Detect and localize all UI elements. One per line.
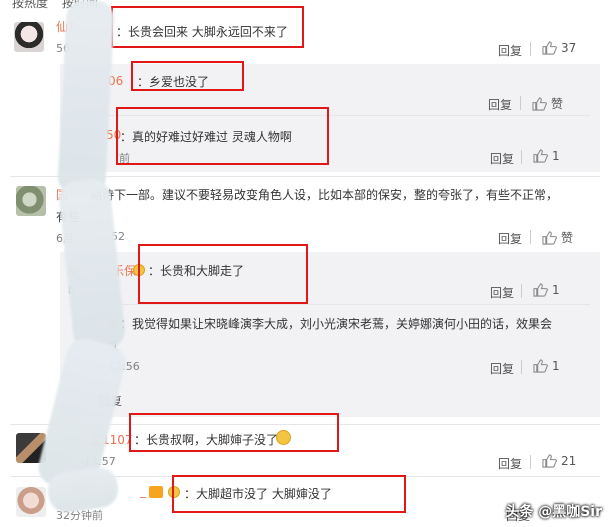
like-label: 赞	[551, 97, 564, 111]
tab-hot[interactable]: 按热度	[12, 0, 48, 10]
reply-text: ：长贵和大脚走了	[148, 264, 245, 278]
like-label: 赞	[561, 231, 574, 245]
avatar[interactable]	[16, 186, 46, 216]
reply-button[interactable]: 回复	[498, 230, 522, 247]
reply-text: ：我觉得如果让宋晓峰演李大成，刘小光演宋老蔫，关婷娜演何小田的话，效果会	[120, 317, 553, 331]
like-button[interactable]: 1	[533, 359, 560, 373]
watermark: 头条 @黑咖Sir	[505, 504, 602, 520]
reply-text: ：真的好难过好难过 灵魂人物啊	[120, 130, 292, 144]
like-count: 1	[552, 149, 560, 163]
comment-text: ：长贵会回来 大脚永远回不来了	[116, 25, 288, 39]
reply-button[interactable]: 回复	[488, 96, 512, 113]
like-button[interactable]: 37	[542, 41, 576, 55]
like-button[interactable]: 21	[542, 454, 576, 468]
action-divider	[530, 42, 531, 56]
comment-text: ：长贵叔啊，大脚婶子没了	[134, 433, 279, 447]
vip-icon	[149, 486, 163, 498]
badge-icon	[133, 264, 145, 276]
like-button[interactable]: 赞	[542, 229, 573, 246]
like-button[interactable]: 1	[533, 283, 560, 297]
reply-button[interactable]: 回复	[490, 360, 514, 377]
comment-text: 期待下一部。建议不要轻易改变角色人设，比如本部的保安，整的夸张了，有些不正常，	[90, 188, 559, 202]
like-button[interactable]: 1	[533, 149, 560, 163]
action-divider	[521, 284, 522, 298]
thumbs-up-icon	[533, 149, 548, 163]
thumbs-up-icon	[542, 454, 557, 468]
avatar[interactable]	[14, 22, 44, 52]
thumbs-up-icon	[533, 359, 548, 373]
divider	[70, 304, 590, 305]
comment-text: ：大脚超市没了 大脚婶没了	[184, 487, 332, 501]
like-count: 21	[561, 454, 577, 468]
avatar[interactable]	[16, 487, 46, 517]
privacy-blur	[56, 0, 116, 197]
action-divider	[530, 455, 531, 469]
action-divider	[521, 150, 522, 164]
action-divider	[530, 230, 531, 244]
comment-author[interactable]: _	[140, 484, 146, 498]
thumbs-up-icon	[533, 283, 548, 297]
reply-panel	[60, 252, 600, 417]
crying-emoji-icon	[276, 430, 291, 445]
thumbs-up-icon	[542, 230, 557, 245]
thumbs-up-icon	[542, 41, 557, 55]
action-divider	[521, 360, 522, 374]
reply-text: ：乡爱也没了	[137, 75, 210, 89]
reply-button[interactable]: 回复	[498, 455, 522, 472]
like-count: 37	[561, 41, 577, 55]
reply-button[interactable]: 回复	[498, 42, 522, 59]
like-button[interactable]: 赞	[532, 95, 563, 112]
like-count: 1	[552, 283, 560, 297]
reply-button[interactable]: 回复	[490, 284, 514, 301]
like-count: 1	[552, 359, 560, 373]
action-divider	[520, 96, 521, 110]
divider	[70, 115, 590, 116]
thumbs-up-icon	[532, 96, 547, 111]
reply-button[interactable]: 回复	[490, 150, 514, 167]
reply-time: 前	[119, 152, 130, 165]
badge-icon	[168, 486, 180, 498]
